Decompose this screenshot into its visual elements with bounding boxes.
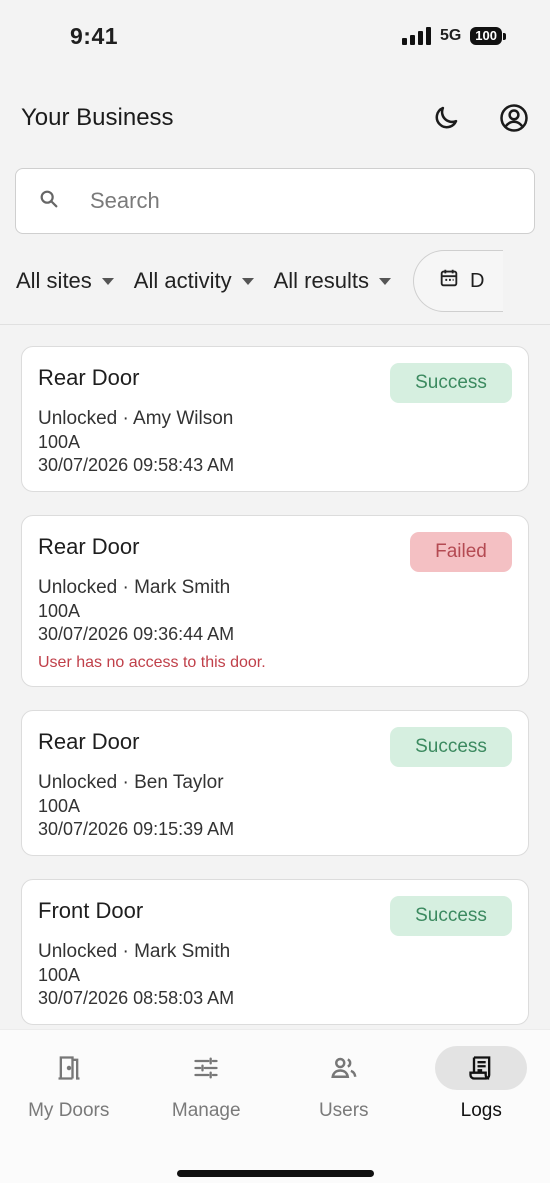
filter-results-dropdown[interactable]: All results xyxy=(274,268,391,294)
log-error-message: User has no access to this door. xyxy=(38,654,266,671)
log-action: Unlocked · Amy Wilson xyxy=(38,408,234,429)
calendar-icon xyxy=(438,267,460,295)
status-badge: Success xyxy=(390,363,512,403)
header-actions xyxy=(430,102,530,134)
home-indicator xyxy=(177,1170,374,1177)
log-unit: 100A xyxy=(38,796,81,816)
nav-label: My Doors xyxy=(28,1100,110,1121)
filter-activity-label: All activity xyxy=(133,268,232,293)
log-timestamp: 30/07/2026 09:15:39 AM xyxy=(38,819,235,839)
filter-bar: All sites All activity All results D xyxy=(0,250,550,312)
search-icon xyxy=(38,188,60,215)
moon-icon[interactable] xyxy=(430,102,462,134)
log-timestamp: 30/07/2026 08:58:03 AM xyxy=(38,988,235,1008)
log-card[interactable]: Rear Door Success Unlocked · Amy Wilson … xyxy=(21,346,529,492)
log-unit: 100A xyxy=(38,432,81,452)
search-box[interactable] xyxy=(15,168,535,234)
caret-down-icon xyxy=(241,277,254,285)
page-title: Your Business xyxy=(21,104,174,131)
nav-label: Logs xyxy=(460,1100,502,1121)
log-unit: 100A xyxy=(38,965,81,985)
sliders-icon xyxy=(160,1046,252,1090)
account-circle-icon[interactable] xyxy=(498,102,530,134)
log-card[interactable]: Rear Door Failed Unlocked · Mark Smith 1… xyxy=(21,515,529,687)
status-time: 9:41 xyxy=(70,22,119,49)
status-badge: Failed xyxy=(410,532,512,572)
logs-icon xyxy=(435,1046,528,1090)
network-type: 5G xyxy=(439,27,462,44)
nav-item-logs[interactable]: Logs xyxy=(421,1046,541,1122)
log-action: Unlocked · Ben Taylor xyxy=(38,772,224,793)
door-icon xyxy=(23,1046,115,1090)
status-badge: Success xyxy=(390,727,512,767)
nav-item-manage[interactable]: Manage xyxy=(146,1046,266,1122)
log-action: Unlocked · Mark Smith xyxy=(38,577,231,598)
date-filter-label: D xyxy=(469,269,485,292)
nav-label: Manage xyxy=(171,1100,241,1121)
filter-sites-dropdown[interactable]: All sites xyxy=(16,268,114,294)
filter-activity-dropdown[interactable]: All activity xyxy=(134,268,254,294)
caret-down-icon xyxy=(101,277,114,285)
status-badge: Success xyxy=(390,896,512,936)
date-filter-chip[interactable]: D xyxy=(412,250,503,312)
log-unit: 100A xyxy=(38,601,81,621)
log-card[interactable]: Front Door Success Unlocked · Mark Smith… xyxy=(21,879,529,1025)
divider xyxy=(0,324,550,325)
filter-sites-label: All sites xyxy=(16,268,92,293)
log-timestamp: 30/07/2026 09:58:43 AM xyxy=(38,455,235,475)
signal-icon xyxy=(401,27,431,45)
status-bar: 9:41 5G 100 xyxy=(0,0,550,72)
app-header: Your Business xyxy=(0,92,550,144)
status-indicators: 5G 100 xyxy=(401,27,506,45)
users-icon xyxy=(298,1046,390,1090)
battery-icon: 100 xyxy=(470,27,506,45)
nav-label: Users xyxy=(318,1100,369,1121)
nav-item-my-doors[interactable]: My Doors xyxy=(9,1046,129,1122)
log-timestamp: 30/07/2026 09:36:44 AM xyxy=(38,624,235,644)
search-input[interactable] xyxy=(90,188,490,214)
log-action: Unlocked · Mark Smith xyxy=(38,941,231,962)
filter-results-label: All results xyxy=(273,268,369,293)
log-list: Rear Door Success Unlocked · Amy Wilson … xyxy=(21,346,529,1048)
bottom-nav: My Doors Manage Users Logs xyxy=(0,1029,550,1183)
battery-level: 100 xyxy=(470,27,502,45)
nav-item-users[interactable]: Users xyxy=(284,1046,404,1122)
log-card[interactable]: Rear Door Success Unlocked · Ben Taylor … xyxy=(21,710,529,856)
caret-down-icon xyxy=(378,277,391,285)
